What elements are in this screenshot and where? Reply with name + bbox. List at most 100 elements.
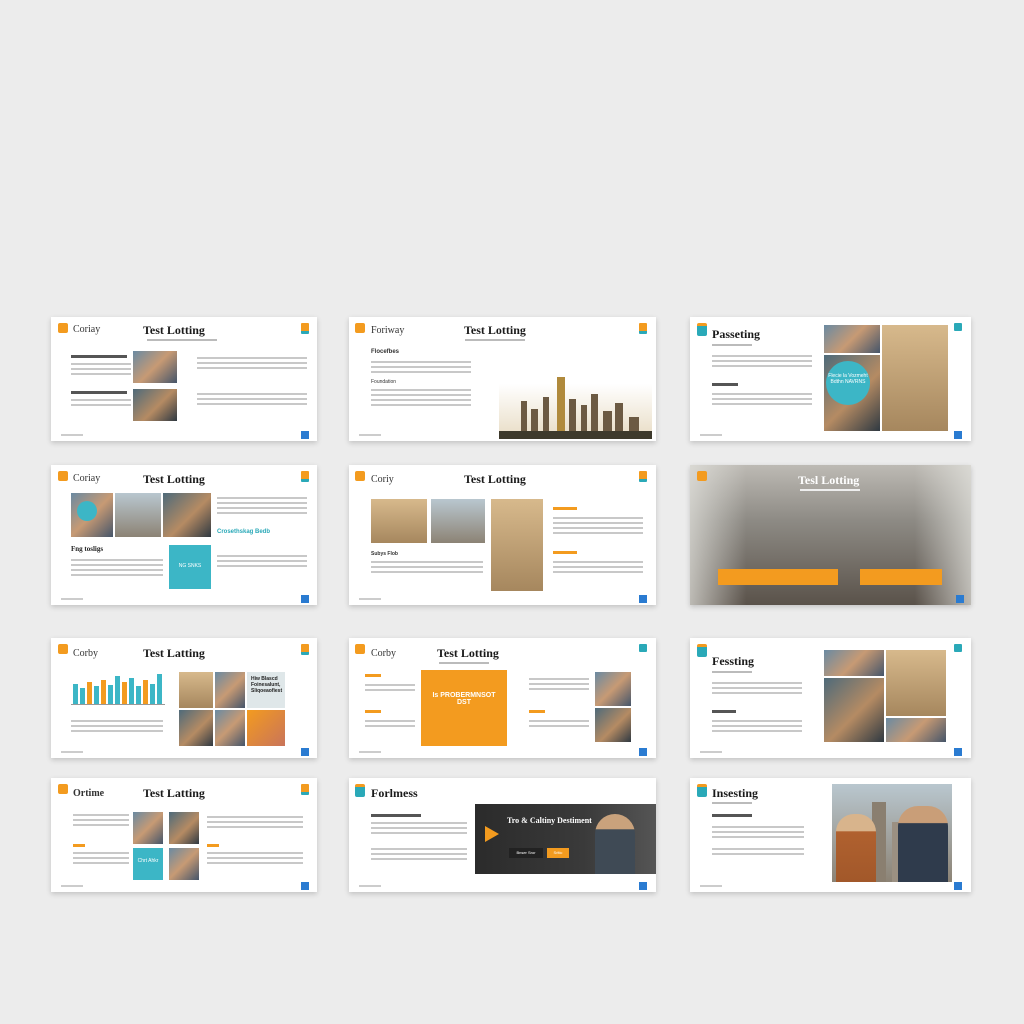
text-heading	[365, 710, 381, 713]
body-text	[712, 682, 802, 697]
slide-5[interactable]: Coriy Test Lotting Subys Flob	[349, 465, 656, 605]
slide-title: Test Lotting	[143, 472, 205, 486]
photo-person	[898, 806, 948, 882]
slide-4[interactable]: Coriay Test Lotting Fng tosligs Croseths…	[51, 465, 317, 605]
colorblock-icon	[639, 471, 647, 482]
photo-people	[824, 325, 880, 353]
page-footer	[359, 751, 381, 753]
colorblock-icon	[954, 644, 962, 652]
callout-text: Chrt Ahkr	[137, 858, 159, 864]
body-text	[371, 561, 483, 576]
photo-people	[163, 493, 211, 537]
slide-title: Passeting	[712, 327, 760, 341]
text-heading	[71, 355, 127, 358]
corner-mark-icon	[301, 748, 309, 756]
slide-3[interactable]: Passeting Flecie la Vozmeht Bdthn NAVRNS	[690, 317, 971, 441]
section-heading: Foundation	[371, 379, 397, 385]
arrow-logo-icon	[485, 826, 499, 842]
page-footer	[61, 598, 83, 600]
chart-bar	[101, 680, 106, 704]
body-text	[553, 517, 643, 537]
brand-logo-icon	[355, 784, 365, 797]
body-text	[371, 848, 467, 863]
callout-text: NG SNKS	[178, 563, 202, 569]
photo-person	[247, 710, 285, 746]
subtitle-line	[712, 671, 752, 673]
slide-8[interactable]: Corby Test Lotting Is PROBERMNSOT DST	[349, 638, 656, 758]
brand-name: Foriway	[371, 325, 405, 336]
slide-title: Forlmess	[371, 786, 418, 800]
photo-city-skyline	[886, 650, 946, 716]
photo-people	[824, 650, 884, 676]
corner-mark-icon	[639, 882, 647, 890]
slide-9[interactable]: Fessting	[690, 638, 971, 758]
brand-name: Ortime	[73, 788, 105, 799]
photo-city-skyline	[832, 784, 952, 882]
text-heading	[712, 710, 736, 713]
text-heading	[365, 674, 381, 677]
section-heading: Flocefbes	[371, 349, 400, 355]
slide-12[interactable]: Insesting	[690, 778, 971, 892]
orange-caption-right	[860, 569, 942, 585]
page-footer	[359, 434, 381, 436]
colorblock-icon	[301, 644, 309, 655]
body-text	[71, 399, 131, 409]
subtitle-line	[712, 802, 752, 804]
photo-city-skyline	[371, 499, 427, 543]
brand-logo-icon	[58, 471, 68, 481]
body-text	[371, 389, 471, 409]
hero-banner: Tro & Caltiny Destiment Bnser Sror Sriti…	[475, 804, 656, 874]
section-heading: Subys Flob	[371, 551, 398, 557]
photo-person	[215, 710, 245, 746]
slide-6[interactable]: Tesl Lotting	[690, 465, 971, 605]
card-text: Hiw Blascd Foinesalunt, Sliqoeaofiest	[251, 676, 283, 694]
banner-button-label: Sritic	[553, 850, 563, 855]
body-text	[365, 684, 415, 694]
brand-logo-icon	[58, 644, 68, 654]
photo-people	[824, 678, 884, 742]
photo-people	[595, 672, 631, 706]
body-text	[207, 816, 303, 831]
brand-logo-icon	[697, 323, 707, 336]
circle-callout: Flecie la Vozmeht Bdthn NAVRNS	[826, 361, 870, 405]
body-text	[197, 357, 307, 372]
chart-bar	[150, 684, 155, 704]
subtitle-line	[465, 339, 525, 341]
body-text	[371, 361, 471, 376]
photo-people	[133, 389, 177, 421]
corner-mark-icon	[956, 595, 964, 603]
chart-axis	[71, 704, 165, 705]
body-text	[71, 559, 163, 579]
photo-city-skyline	[491, 499, 543, 591]
chart-bar	[108, 685, 113, 704]
slide-title: Test Lotting	[437, 646, 499, 660]
page-footer	[700, 885, 722, 887]
chart-bar	[115, 676, 120, 704]
slide-1[interactable]: Coriay Test Lotting	[51, 317, 317, 441]
slide-7[interactable]: Corby Test Latting Hiw Blascd Foinesalun…	[51, 638, 317, 758]
colorblock-icon	[954, 323, 962, 331]
slide-10[interactable]: Ortime Test Latting Chrt Ahkr	[51, 778, 317, 892]
banner-button-orange[interactable]: Sritic	[547, 848, 569, 858]
body-text	[529, 720, 589, 730]
brand-logo-icon	[58, 784, 68, 794]
slide-11[interactable]: Forlmess Tro & Caltiny Destiment Bnser S…	[349, 778, 656, 892]
corner-mark-icon	[639, 748, 647, 756]
corner-mark-icon	[301, 882, 309, 890]
photo-person	[215, 672, 245, 708]
chart-bar	[94, 686, 99, 704]
body-text	[712, 355, 812, 370]
banner-title: Tro & Caltiny Destiment	[507, 816, 592, 825]
photo-person	[179, 710, 213, 746]
page-footer	[700, 751, 722, 753]
text-heading	[73, 844, 85, 847]
body-text	[529, 678, 589, 693]
body-text	[712, 393, 812, 408]
slide-2[interactable]: Foriway Test Lotting Flocefbes Foundatio…	[349, 317, 656, 441]
body-text	[553, 561, 643, 576]
body-text	[365, 720, 415, 730]
body-text	[207, 852, 303, 867]
photo-person	[133, 812, 163, 844]
body-text	[371, 822, 467, 837]
banner-button-dark[interactable]: Bnser Sror	[509, 848, 543, 858]
